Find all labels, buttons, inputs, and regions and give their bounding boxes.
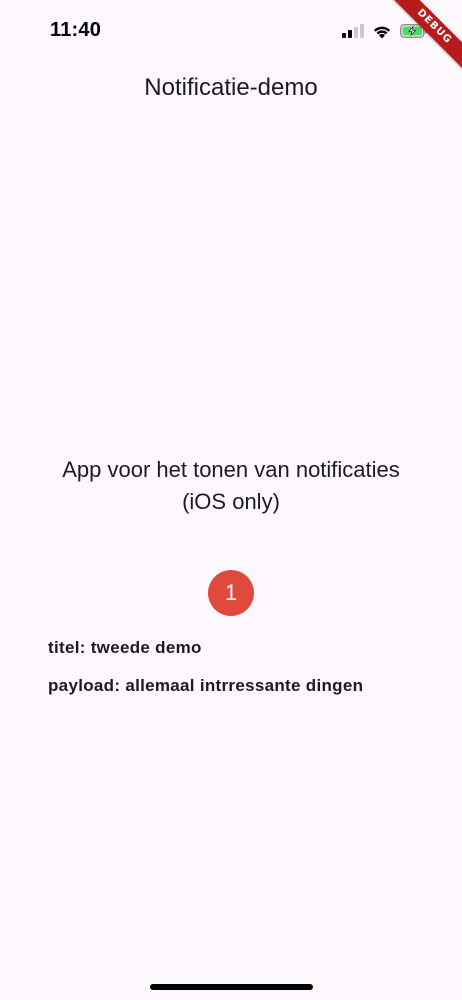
notification-count-badge: 1: [208, 570, 254, 616]
notification-payload-text: payload: allemaal intrressante dingen: [48, 676, 364, 695]
home-indicator[interactable]: [150, 984, 313, 990]
status-time: 11:40: [50, 19, 102, 41]
description-line-1: App voor het tonen van notificaties: [62, 457, 400, 482]
debug-ribbon: DEBUG: [385, 0, 462, 76]
description: App voor het tonen van notificaties (iOS…: [0, 454, 462, 518]
debug-banner: DEBUG: [342, 0, 462, 120]
notification-title-text: titel: tweede demo: [48, 638, 202, 657]
app-bar-title: Notificatie-demo: [144, 74, 318, 101]
description-line-2: (iOS only): [182, 489, 280, 514]
